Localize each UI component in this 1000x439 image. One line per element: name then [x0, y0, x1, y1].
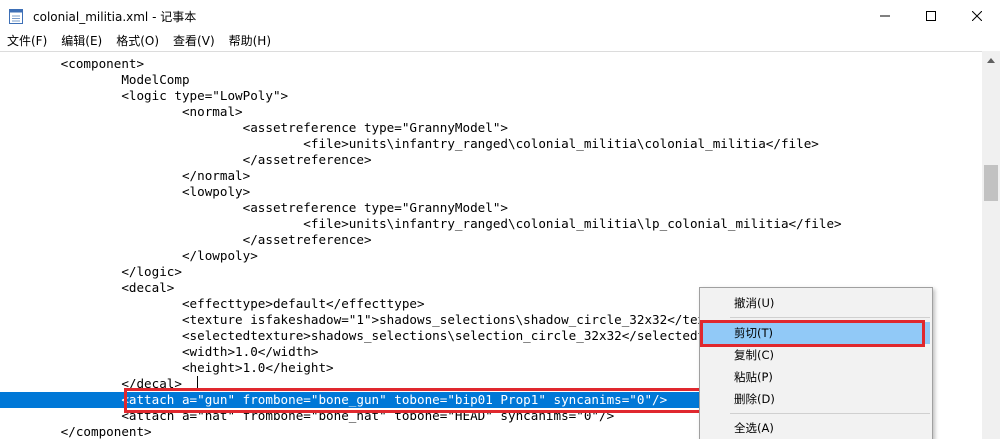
text-line: </component>: [0, 424, 152, 439]
text-line: </assetreference>: [0, 152, 372, 167]
text-line: <texture isfakeshadow="1">shadows_select…: [0, 312, 744, 327]
text-line: <component>: [0, 56, 145, 71]
menu-separator: [730, 413, 930, 414]
minimize-button[interactable]: [862, 0, 908, 31]
title-bar[interactable]: colonial_militia.xml - 记事本: [0, 0, 1000, 31]
text-line: <normal>: [0, 104, 243, 119]
close-icon: [972, 10, 982, 21]
text-line: ModelComp: [0, 72, 190, 87]
text-line: </assetreference>: [0, 232, 372, 247]
vertical-scrollbar[interactable]: [982, 51, 1000, 439]
menu-help[interactable]: 帮助(H): [222, 31, 278, 51]
text-line: </normal>: [0, 168, 251, 183]
menu-file[interactable]: 文件(F): [0, 31, 54, 51]
text-line: <file>units\infantry_ranged\colonial_mil…: [0, 216, 842, 231]
text-line: <effecttype>default</effecttype>: [0, 296, 425, 311]
text-line: <assetreference type="GrannyModel">: [0, 200, 508, 215]
scroll-up-button[interactable]: [982, 51, 1000, 69]
maximize-icon: [926, 10, 936, 21]
menu-separator: [730, 317, 930, 318]
context-menu: 撤消(U) 剪切(T) 复制(C) 粘贴(P) 删除(D) 全选(A): [699, 287, 933, 439]
chevron-up-icon: [987, 57, 995, 63]
text-line: <logic type="LowPoly">: [0, 88, 289, 103]
text-line: <selectedtexture>shadows_selections\sele…: [0, 328, 759, 343]
context-menu-paste[interactable]: 粘贴(P): [702, 366, 930, 388]
text-line: <file>units\infantry_ranged\colonial_mil…: [0, 136, 819, 151]
menu-format[interactable]: 格式(O): [109, 31, 166, 51]
highlight-box-selected-line: [124, 388, 704, 413]
text-line: <decal>: [0, 280, 175, 295]
notepad-icon: [9, 8, 23, 24]
menu-bar: 文件(F) 编辑(E) 格式(O) 查看(V) 帮助(H): [0, 31, 1000, 51]
highlight-box-cut: [700, 320, 925, 347]
text-line: </lowpoly>: [0, 248, 258, 263]
maximize-button[interactable]: [908, 0, 954, 31]
close-button[interactable]: [954, 0, 1000, 31]
context-menu-delete[interactable]: 删除(D): [702, 388, 930, 410]
context-menu-undo[interactable]: 撤消(U): [702, 292, 930, 314]
text-line: </logic>: [0, 264, 182, 279]
menu-view[interactable]: 查看(V): [166, 31, 222, 51]
menu-edit[interactable]: 编辑(E): [54, 31, 109, 51]
text-line: <assetreference type="GrannyModel">: [0, 120, 508, 135]
window-title: colonial_militia.xml - 记事本: [33, 10, 197, 24]
scroll-thumb[interactable]: [984, 165, 998, 201]
context-menu-copy[interactable]: 复制(C): [702, 344, 930, 366]
text-line: <width>1.0</width>: [0, 344, 319, 359]
context-menu-select-all[interactable]: 全选(A): [702, 417, 930, 439]
text-line: <lowpoly>: [0, 184, 251, 199]
text-line: <height>1.0</height>: [0, 360, 334, 375]
minimize-icon: [880, 15, 890, 16]
